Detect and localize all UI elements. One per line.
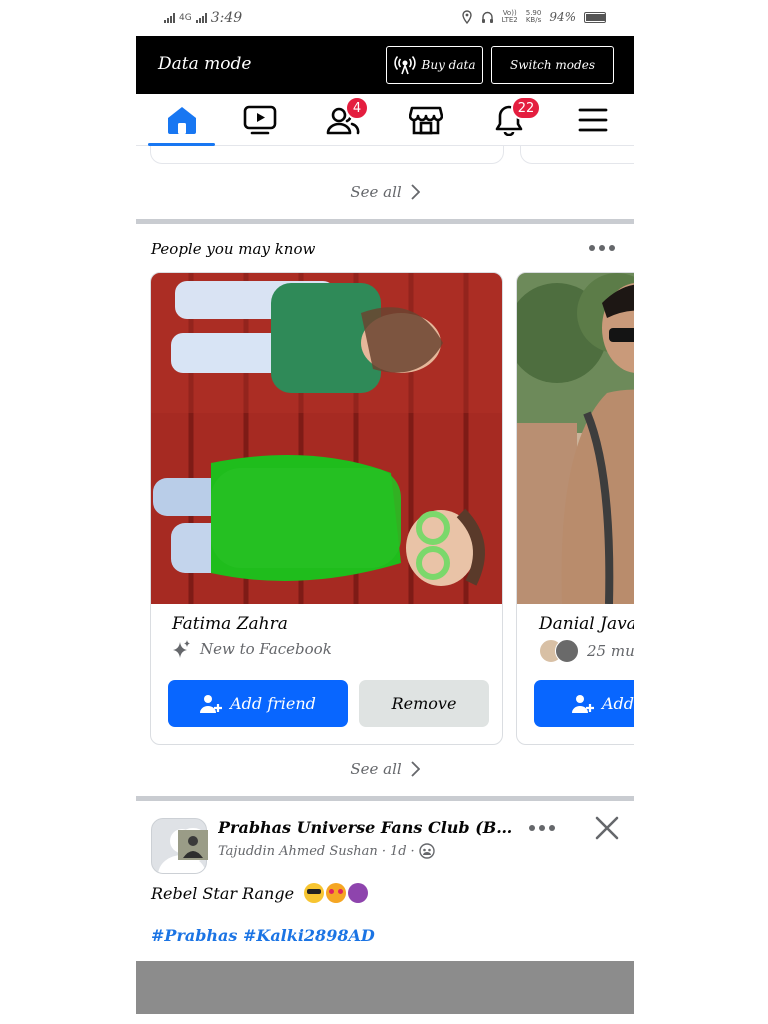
status-left: 4G 3:49 xyxy=(164,10,242,26)
data-mode-bar: Data mode Buy data Switch modes xyxy=(136,36,634,94)
signal-icon-2 xyxy=(195,13,207,23)
mutual-friends: 25 mu xyxy=(539,639,634,663)
meta-dot: · xyxy=(410,843,415,859)
tab-notifications[interactable]: 22 xyxy=(479,94,541,146)
video-icon xyxy=(243,105,277,135)
feed[interactable]: See all People you may know Fatima Zahra… xyxy=(136,146,634,1014)
heart-eyes-emoji-icon xyxy=(326,883,347,903)
broadcast-icon xyxy=(393,55,416,75)
buy-data-button[interactable]: Buy data xyxy=(386,46,483,84)
post-image[interactable] xyxy=(136,961,634,1014)
close-icon[interactable] xyxy=(595,816,619,840)
add-friend-button[interactable]: Add friend xyxy=(168,680,348,727)
headphones-icon xyxy=(481,11,493,23)
profile-photo[interactable] xyxy=(151,273,502,604)
add-friend-button[interactable]: Add xyxy=(534,680,634,727)
remove-button[interactable]: Remove xyxy=(359,680,489,727)
tab-friends[interactable]: 4 xyxy=(313,94,373,146)
person-subtitle-text: New to Facebook xyxy=(200,640,332,658)
profile-photo[interactable] xyxy=(517,273,634,604)
see-all-link[interactable]: See all xyxy=(136,760,634,778)
switch-modes-button[interactable]: Switch modes xyxy=(491,46,614,84)
notifications-badge: 22 xyxy=(511,96,541,120)
tab-home[interactable] xyxy=(148,94,215,146)
add-friend-icon xyxy=(572,694,594,713)
meta-dot: · xyxy=(381,843,386,859)
tab-menu[interactable] xyxy=(563,94,623,146)
post-hashtags[interactable]: #Prabhas #Kalki2898AD xyxy=(151,926,375,945)
see-all-label: See all xyxy=(350,760,402,778)
add-friend-label: Add xyxy=(602,694,634,713)
pymk-card[interactable]: Danial Java 25 mu Add xyxy=(516,272,634,745)
status-bar: 4G 3:49 Vo)) LTE2 5.90 KB/s 94% xyxy=(136,0,634,36)
section-divider xyxy=(136,219,634,224)
volte-indicator: Vo)) LTE2 xyxy=(501,9,518,24)
data-mode-title: Data mode xyxy=(158,54,252,74)
hamburger-menu-icon xyxy=(578,108,608,132)
see-all-label: See all xyxy=(350,183,402,201)
signal-icon xyxy=(164,13,175,23)
author-avatar-image xyxy=(178,830,208,860)
network-type: 4G xyxy=(179,12,192,23)
post-text: Rebel Star Range xyxy=(151,883,369,903)
person-name[interactable]: Danial Java xyxy=(539,614,634,634)
status-right: Vo)) LTE2 5.90 KB/s 94% xyxy=(461,10,606,24)
post-author[interactable]: Tajuddin Ahmed Sushan xyxy=(218,844,378,859)
chevron-right-icon xyxy=(411,184,420,200)
previous-card-edge xyxy=(150,146,504,164)
battery-icon xyxy=(584,11,606,23)
see-all-link-top[interactable]: See all xyxy=(136,183,634,201)
person-name[interactable]: Fatima Zahra xyxy=(172,614,288,634)
battery-percent: 94% xyxy=(549,10,576,24)
profile-photo-image xyxy=(517,273,634,604)
tab-video[interactable] xyxy=(230,94,290,146)
buy-data-label: Buy data xyxy=(421,58,476,72)
switch-modes-label: Switch modes xyxy=(510,58,595,72)
chevron-right-icon xyxy=(411,761,420,777)
location-icon xyxy=(461,10,472,24)
pymk-more-icon[interactable] xyxy=(589,245,615,251)
author-avatar[interactable] xyxy=(176,828,210,862)
previous-card-edge-2 xyxy=(520,146,634,164)
post-group-title[interactable]: Prabhas Universe Fans Club (Bang... xyxy=(218,818,518,837)
post-text-content: Rebel Star Range xyxy=(151,883,295,903)
person-subtitle: New to Facebook xyxy=(172,639,332,659)
sparkle-icon xyxy=(173,640,190,658)
remove-label: Remove xyxy=(391,694,457,713)
profile-photo-image xyxy=(151,273,502,604)
mutual-friends-text: 25 mu xyxy=(587,642,634,660)
home-icon xyxy=(167,107,196,134)
tab-marketplace[interactable] xyxy=(396,94,456,146)
marketplace-icon xyxy=(409,106,443,135)
add-friend-label: Add friend xyxy=(230,694,316,713)
add-friend-icon xyxy=(200,694,223,713)
sunglasses-emoji-icon xyxy=(304,883,325,903)
network-speed: 5.90 KB/s xyxy=(525,9,542,24)
friends-badge: 4 xyxy=(345,96,369,120)
post-more-icon[interactable] xyxy=(529,825,555,831)
group-privacy-icon xyxy=(418,843,435,859)
tab-bar: 4 22 xyxy=(136,94,634,146)
post-time[interactable]: 1d xyxy=(390,844,407,859)
pymk-card[interactable]: Fatima Zahra New to Facebook Add friend … xyxy=(150,272,503,745)
status-time: 3:49 xyxy=(210,10,243,26)
section-divider xyxy=(136,796,634,801)
pymk-title: People you may know xyxy=(151,240,316,258)
post-meta: Tajuddin Ahmed Sushan · 1d · xyxy=(218,843,435,859)
mutual-avatar xyxy=(555,639,579,663)
devil-emoji-icon xyxy=(348,883,369,903)
